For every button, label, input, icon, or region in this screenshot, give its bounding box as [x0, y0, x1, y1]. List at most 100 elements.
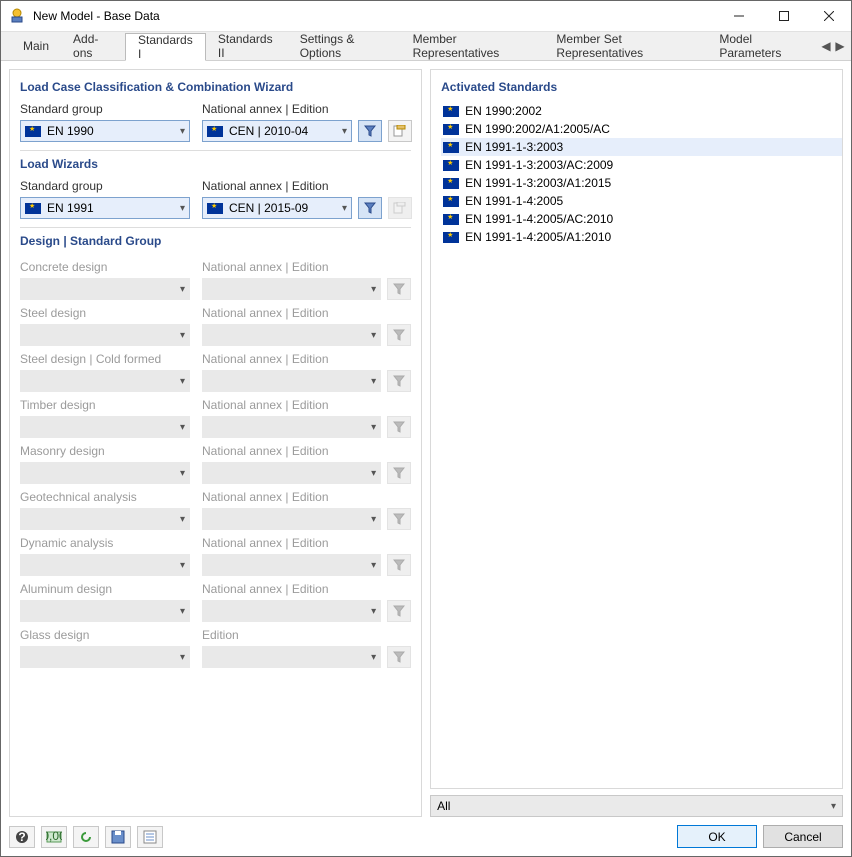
activated-standard-item[interactable]: EN 1990:2002 — [441, 102, 842, 120]
activated-filter-combo[interactable]: All ▾ — [430, 795, 843, 817]
chevron-down-icon: ▾ — [176, 652, 185, 663]
manage-button[interactable] — [388, 120, 412, 142]
tab-standards-ii[interactable]: Standards II — [206, 32, 288, 60]
left-pane: Load Case Classification & Combination W… — [9, 69, 422, 817]
tab-standards-i[interactable]: Standards I — [125, 33, 206, 61]
design-row: Dynamic analysis▾National annex | Editio… — [20, 532, 411, 576]
filter-button — [387, 462, 411, 484]
design-label: Glass design — [20, 628, 190, 642]
funnel-icon — [364, 202, 376, 214]
tab-scroll-right-icon[interactable]: ▶ — [833, 39, 847, 53]
activated-standard-item[interactable]: EN 1991-1-3:2003/A1:2015 — [441, 174, 842, 192]
tab-bar: MainAdd-onsStandards IStandards IISettin… — [1, 31, 851, 61]
chevron-down-icon: ▾ — [367, 468, 376, 479]
units-button[interactable]: 0,00 — [41, 826, 67, 848]
filter-button — [387, 646, 411, 668]
cancel-button[interactable]: Cancel — [763, 825, 843, 848]
design-group-combo: ▾ — [20, 278, 190, 300]
design-row: Geotechnical analysis▾National annex | E… — [20, 486, 411, 530]
design-annex-label: National annex | Edition — [202, 260, 411, 274]
tab-add-ons[interactable]: Add-ons — [61, 32, 125, 60]
chevron-down-icon: ▾ — [176, 203, 185, 214]
design-label: Aluminum design — [20, 582, 190, 596]
maximize-button[interactable] — [761, 1, 806, 31]
chevron-down-icon: ▾ — [367, 606, 376, 617]
window-title: New Model - Base Data — [33, 9, 716, 23]
section-design-title: Design | Standard Group — [20, 234, 411, 248]
design-annex-combo: ▾ — [202, 600, 381, 622]
load-template-button[interactable] — [137, 826, 163, 848]
filter-button — [387, 508, 411, 530]
design-grid: Concrete design▾National annex | Edition… — [20, 256, 411, 668]
save-template-button[interactable] — [105, 826, 131, 848]
activated-standard-item[interactable]: EN 1991-1-4:2005/A1:2010 — [441, 228, 842, 246]
design-row: Timber design▾National annex | Edition▾ — [20, 394, 411, 438]
combo-annex-label: National annex | Edition — [202, 102, 412, 116]
activated-standard-label: EN 1990:2002 — [465, 104, 542, 118]
design-label: Dynamic analysis — [20, 536, 190, 550]
filter-button[interactable] — [358, 197, 382, 219]
chevron-down-icon: ▾ — [176, 514, 185, 525]
tab-model-parameters[interactable]: Model Parameters — [707, 32, 819, 60]
activated-standard-item[interactable]: EN 1991-1-3:2003/AC:2009 — [441, 156, 842, 174]
activated-standard-item[interactable]: EN 1991-1-3:2003 — [441, 138, 842, 156]
design-group-combo: ▾ — [20, 646, 190, 668]
tab-main[interactable]: Main — [11, 32, 61, 60]
design-annex-combo: ▾ — [202, 462, 381, 484]
help-button[interactable]: ? — [9, 826, 35, 848]
design-row: Steel design▾National annex | Edition▾ — [20, 302, 411, 346]
refresh-button[interactable] — [73, 826, 99, 848]
wizard-group-label: Standard group — [20, 179, 190, 193]
chevron-down-icon: ▾ — [176, 560, 185, 571]
minimize-button[interactable] — [716, 1, 761, 31]
close-button[interactable] — [806, 1, 851, 31]
cancel-button-label: Cancel — [784, 830, 821, 844]
tab-member-representatives[interactable]: Member Representatives — [401, 32, 545, 60]
design-group-combo: ▾ — [20, 508, 190, 530]
design-annex-label: National annex | Edition — [202, 444, 411, 458]
combo-standard-group-value: EN 1990 — [47, 124, 176, 138]
combo-annex[interactable]: CEN | 2010-04 ▾ — [202, 120, 352, 142]
chevron-down-icon: ▾ — [367, 330, 376, 341]
funnel-icon — [393, 375, 405, 387]
design-group-combo: ▾ — [20, 600, 190, 622]
tab-member-set-representatives[interactable]: Member Set Representatives — [544, 32, 707, 60]
design-annex-label: National annex | Edition — [202, 398, 411, 412]
funnel-icon — [393, 513, 405, 525]
design-label: Timber design — [20, 398, 190, 412]
filter-button[interactable] — [358, 120, 382, 142]
eu-flag-icon — [443, 106, 459, 117]
activated-standards-title: Activated Standards — [441, 80, 842, 94]
eu-flag-icon — [25, 126, 41, 137]
chevron-down-icon: ▾ — [831, 801, 836, 812]
eu-flag-icon — [207, 126, 223, 137]
activated-standard-item[interactable]: EN 1991-1-4:2005/AC:2010 — [441, 210, 842, 228]
wizard-annex[interactable]: CEN | 2015-09 ▾ — [202, 197, 352, 219]
dialog-window: New Model - Base Data MainAdd-onsStandar… — [0, 0, 852, 857]
divider — [20, 227, 411, 228]
activated-standard-item[interactable]: EN 1990:2002/A1:2005/AC — [441, 120, 842, 138]
chevron-down-icon: ▾ — [176, 284, 185, 295]
chevron-down-icon: ▾ — [367, 422, 376, 433]
tab-settings-options[interactable]: Settings & Options — [288, 32, 401, 60]
design-annex-label: National annex | Edition — [202, 582, 411, 596]
ok-button[interactable]: OK — [677, 825, 757, 848]
combo-standard-group[interactable]: EN 1990 ▾ — [20, 120, 190, 142]
funnel-icon — [393, 605, 405, 617]
combo-annex-value: CEN | 2010-04 — [229, 124, 338, 138]
design-annex-combo: ▾ — [202, 370, 381, 392]
tab-scroll-left-icon[interactable]: ◀ — [819, 39, 833, 53]
activated-standard-item[interactable]: EN 1991-1-4:2005 — [441, 192, 842, 210]
wizard-standard-group[interactable]: EN 1991 ▾ — [20, 197, 190, 219]
activated-standard-label: EN 1991-1-3:2003 — [465, 140, 563, 154]
design-group-combo: ▾ — [20, 554, 190, 576]
eu-flag-icon — [25, 203, 41, 214]
chevron-down-icon: ▾ — [367, 284, 376, 295]
design-annex-label: Edition — [202, 628, 411, 642]
eu-flag-icon — [443, 178, 459, 189]
help-icon: ? — [15, 830, 29, 844]
units-icon: 0,00 — [46, 830, 62, 844]
chevron-down-icon: ▾ — [176, 330, 185, 341]
activated-standard-label: EN 1991-1-3:2003/AC:2009 — [465, 158, 613, 172]
eu-flag-icon — [443, 160, 459, 171]
